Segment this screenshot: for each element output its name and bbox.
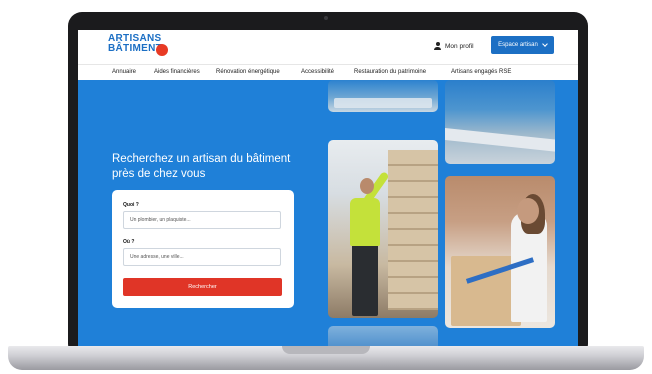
espace-artisan-label: Espace artisan [498, 42, 538, 48]
laptop-notch [282, 346, 370, 354]
laptop-base [8, 346, 644, 370]
nav-item-renovation-energetique[interactable]: Rénovation énergétique [216, 69, 280, 75]
screen: ARTISANS BÂTIMENT Mon profil Espace arti… [78, 30, 578, 348]
photo-worker-warehouse [328, 140, 438, 318]
photo-woman-boxes [445, 176, 555, 328]
quoi-input[interactable]: Un plombier, un plaquiste... [123, 211, 281, 229]
profile-link[interactable]: Mon profil [434, 40, 474, 52]
nav-item-accessibilite[interactable]: Accessibilité [301, 69, 334, 75]
nav-item-aides-financieres[interactable]: Aides financières [154, 69, 200, 75]
main-nav: Annuaire Aides financières Rénovation én… [78, 64, 578, 81]
profile-label: Mon profil [445, 42, 474, 50]
search-card: Quoi ? Un plombier, un plaquiste... Où ?… [112, 190, 294, 308]
logo-badge-icon [156, 44, 168, 56]
nav-item-restauration-patrimoine[interactable]: Restauration du patrimoine [354, 69, 426, 75]
ou-label: Où ? [123, 239, 135, 245]
laptop-frame: ARTISANS BÂTIMENT Mon profil Espace arti… [68, 12, 588, 358]
search-button-label: Rechercher [188, 284, 217, 290]
chevron-down-icon [542, 41, 548, 47]
quoi-placeholder: Un plombier, un plaquiste... [130, 217, 191, 223]
search-button[interactable]: Rechercher [123, 278, 282, 296]
ou-placeholder: Une adresse, une ville... [130, 254, 184, 260]
nav-item-annuaire[interactable]: Annuaire [112, 69, 136, 75]
photo-bottom-partial [328, 326, 438, 348]
photo-materials-top [328, 80, 438, 112]
camera-dot [324, 16, 328, 20]
nav-item-artisans-rse[interactable]: Artisans engagés RSE [451, 69, 511, 75]
user-icon [434, 42, 441, 50]
ou-input[interactable]: Une adresse, une ville... [123, 248, 281, 266]
photo-plank [445, 80, 555, 164]
site-header: ARTISANS BÂTIMENT Mon profil Espace arti… [78, 30, 578, 80]
espace-artisan-button[interactable]: Espace artisan [491, 36, 554, 54]
hero-title: Recherchez un artisan du bâtiment près d… [112, 153, 291, 180]
site-logo[interactable]: ARTISANS BÂTIMENT [108, 34, 178, 58]
quoi-label: Quoi ? [123, 202, 139, 208]
